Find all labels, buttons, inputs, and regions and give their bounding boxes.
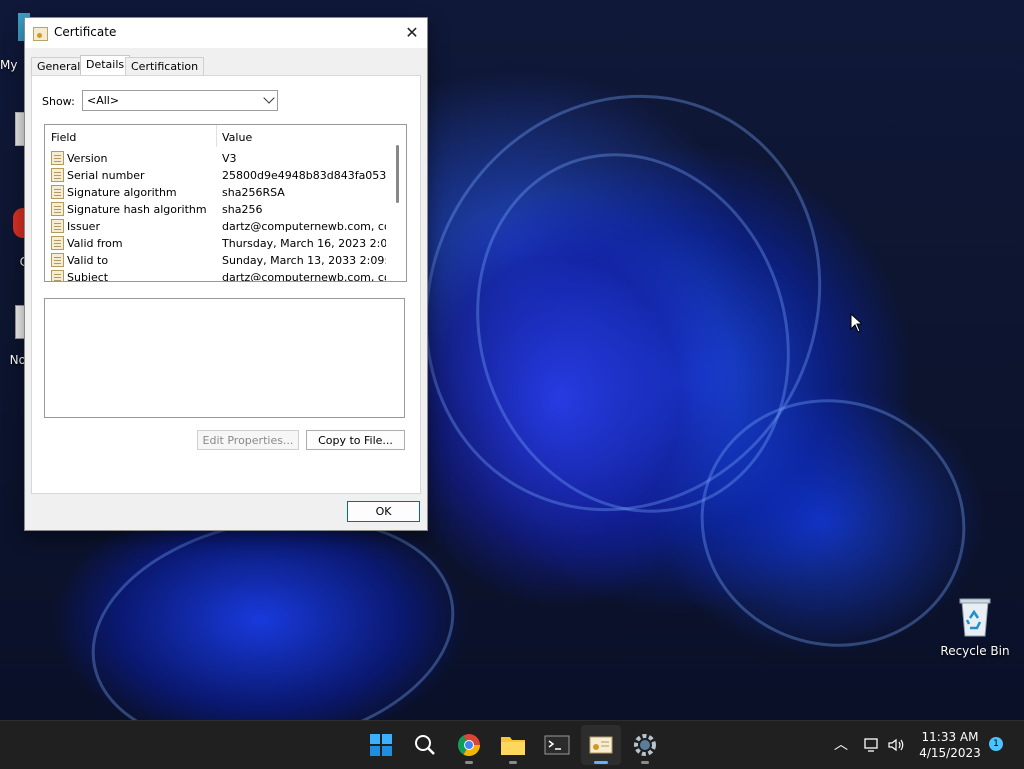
- certificate-icon: [33, 27, 48, 41]
- running-indicator: [509, 761, 517, 764]
- taskbar: ︿ 11:33 AM 4/15/2023 1: [0, 720, 1024, 769]
- list-item[interactable]: Signature algorithm sha256RSA: [45, 184, 389, 201]
- certificate-field-icon: [51, 202, 64, 216]
- network-icon[interactable]: [862, 735, 882, 755]
- field-name: Version: [67, 152, 108, 165]
- certificate-field-icon: [51, 236, 64, 250]
- field-value: sha256RSA: [222, 186, 285, 199]
- field-value: sha256: [222, 203, 263, 216]
- taskbar-terminal[interactable]: [537, 725, 577, 765]
- search-button[interactable]: [405, 725, 445, 765]
- start-icon: [370, 734, 392, 756]
- volume-icon[interactable]: [886, 735, 906, 755]
- settings-icon: [634, 734, 656, 756]
- clock-time: 11:33 AM: [921, 730, 979, 744]
- list-item[interactable]: Valid from Thursday, March 16, 2023 2:0..…: [45, 235, 389, 252]
- search-icon: [415, 735, 435, 755]
- close-icon: ✕: [405, 23, 419, 42]
- running-indicator: [465, 761, 473, 764]
- show-dropdown-value: <All>: [87, 94, 120, 107]
- dialog-titlebar[interactable]: Certificate ✕: [25, 18, 427, 48]
- field-value: dartz@computernewb.com, co...: [222, 271, 386, 282]
- field-value: V3: [222, 152, 237, 165]
- scrollbar-thumb[interactable]: [396, 145, 399, 203]
- field-value: Thursday, March 16, 2023 2:0...: [222, 237, 386, 250]
- taskbar-chrome[interactable]: [449, 725, 489, 765]
- details-panel: Show: <All> Field Value Version V3 Serial…: [31, 75, 421, 494]
- active-indicator: [594, 761, 608, 764]
- certificate-dialog: Certificate ✕ General Details Certificat…: [24, 17, 428, 531]
- field-name: Issuer: [67, 220, 100, 233]
- tab-certification-path[interactable]: Certification Path: [125, 57, 205, 91]
- column-header-field[interactable]: Field: [51, 131, 76, 144]
- certificate-field-icon: [51, 168, 64, 182]
- field-value: dartz@computernewb.com, co...: [222, 220, 386, 233]
- list-item[interactable]: Issuer dartz@computernewb.com, co...: [45, 218, 389, 235]
- close-button[interactable]: ✕: [399, 20, 425, 46]
- recycle-bin-icon: [958, 596, 992, 638]
- certificate-field-icon: [51, 185, 64, 199]
- field-detail-box[interactable]: [44, 298, 405, 418]
- copy-to-file-button[interactable]: Copy to File...: [306, 430, 405, 450]
- field-name: Signature algorithm: [67, 186, 177, 199]
- tab-general[interactable]: General: [31, 57, 87, 76]
- file-explorer-icon: [501, 737, 525, 755]
- system-clock[interactable]: 11:33 AM 4/15/2023: [912, 729, 988, 761]
- taskbar-settings[interactable]: [625, 725, 665, 765]
- desktop-icon-notepad[interactable]: No: [0, 353, 26, 367]
- edit-properties-button[interactable]: Edit Properties...: [197, 430, 299, 450]
- mouse-cursor-icon: [850, 313, 862, 333]
- certificate-field-icon: [51, 219, 64, 233]
- column-header-value[interactable]: Value: [222, 131, 252, 144]
- taskbar-file-explorer[interactable]: [493, 725, 533, 765]
- list-rows: Version V3 Serial number 25800d9e4948b83d8…: [45, 150, 389, 282]
- clock-date: 4/15/2023: [919, 746, 981, 760]
- ok-button[interactable]: OK: [347, 501, 420, 522]
- certificate-field-icon: [51, 253, 64, 267]
- certificate-icon: [589, 736, 613, 754]
- list-item[interactable]: Version V3: [45, 150, 389, 167]
- field-name: Valid from: [67, 237, 123, 250]
- list-item[interactable]: Valid to Sunday, March 13, 2033 2:09:...: [45, 252, 389, 269]
- start-button[interactable]: [361, 725, 401, 765]
- vertical-scrollbar[interactable]: [389, 125, 406, 281]
- field-name: Valid to: [67, 254, 109, 267]
- terminal-icon: [544, 735, 570, 755]
- column-divider[interactable]: [216, 125, 217, 147]
- dialog-title: Certificate: [54, 25, 117, 39]
- field-value: Sunday, March 13, 2033 2:09:...: [222, 254, 386, 267]
- certificate-field-icon: [51, 151, 64, 165]
- field-name: Serial number: [67, 169, 145, 182]
- tab-details[interactable]: Details: [80, 55, 131, 77]
- recycle-bin-label: Recycle Bin: [940, 644, 1010, 658]
- fields-list[interactable]: Field Value Version V3 Serial number 25800…: [44, 124, 407, 282]
- show-label: Show:: [42, 95, 75, 108]
- list-item[interactable]: Signature hash algorithm sha256: [45, 201, 389, 218]
- chrome-icon: [458, 734, 480, 756]
- field-name: Signature hash algorithm: [67, 203, 207, 216]
- chevron-down-icon: [263, 92, 275, 104]
- list-item[interactable]: Subject dartz@computernewb.com, co...: [45, 269, 389, 282]
- recycle-bin-icon-shortcut[interactable]: Recycle Bin: [940, 596, 1010, 658]
- chevron-up-icon: ︿: [834, 737, 848, 753]
- running-indicator: [641, 761, 649, 764]
- list-item[interactable]: Serial number 25800d9e4948b83d843fa053...: [45, 167, 389, 184]
- field-value: 25800d9e4948b83d843fa053...: [222, 169, 386, 182]
- list-header: Field Value: [45, 125, 389, 147]
- field-name: Subject: [67, 271, 109, 282]
- show-dropdown[interactable]: <All>: [82, 90, 278, 111]
- show-hidden-icons-button[interactable]: ︿: [831, 735, 851, 755]
- taskbar-certificate[interactable]: [581, 725, 621, 765]
- notification-badge[interactable]: 1: [989, 737, 1003, 751]
- certificate-field-icon: [51, 270, 64, 281]
- desktop-icon-label: My: [0, 58, 18, 72]
